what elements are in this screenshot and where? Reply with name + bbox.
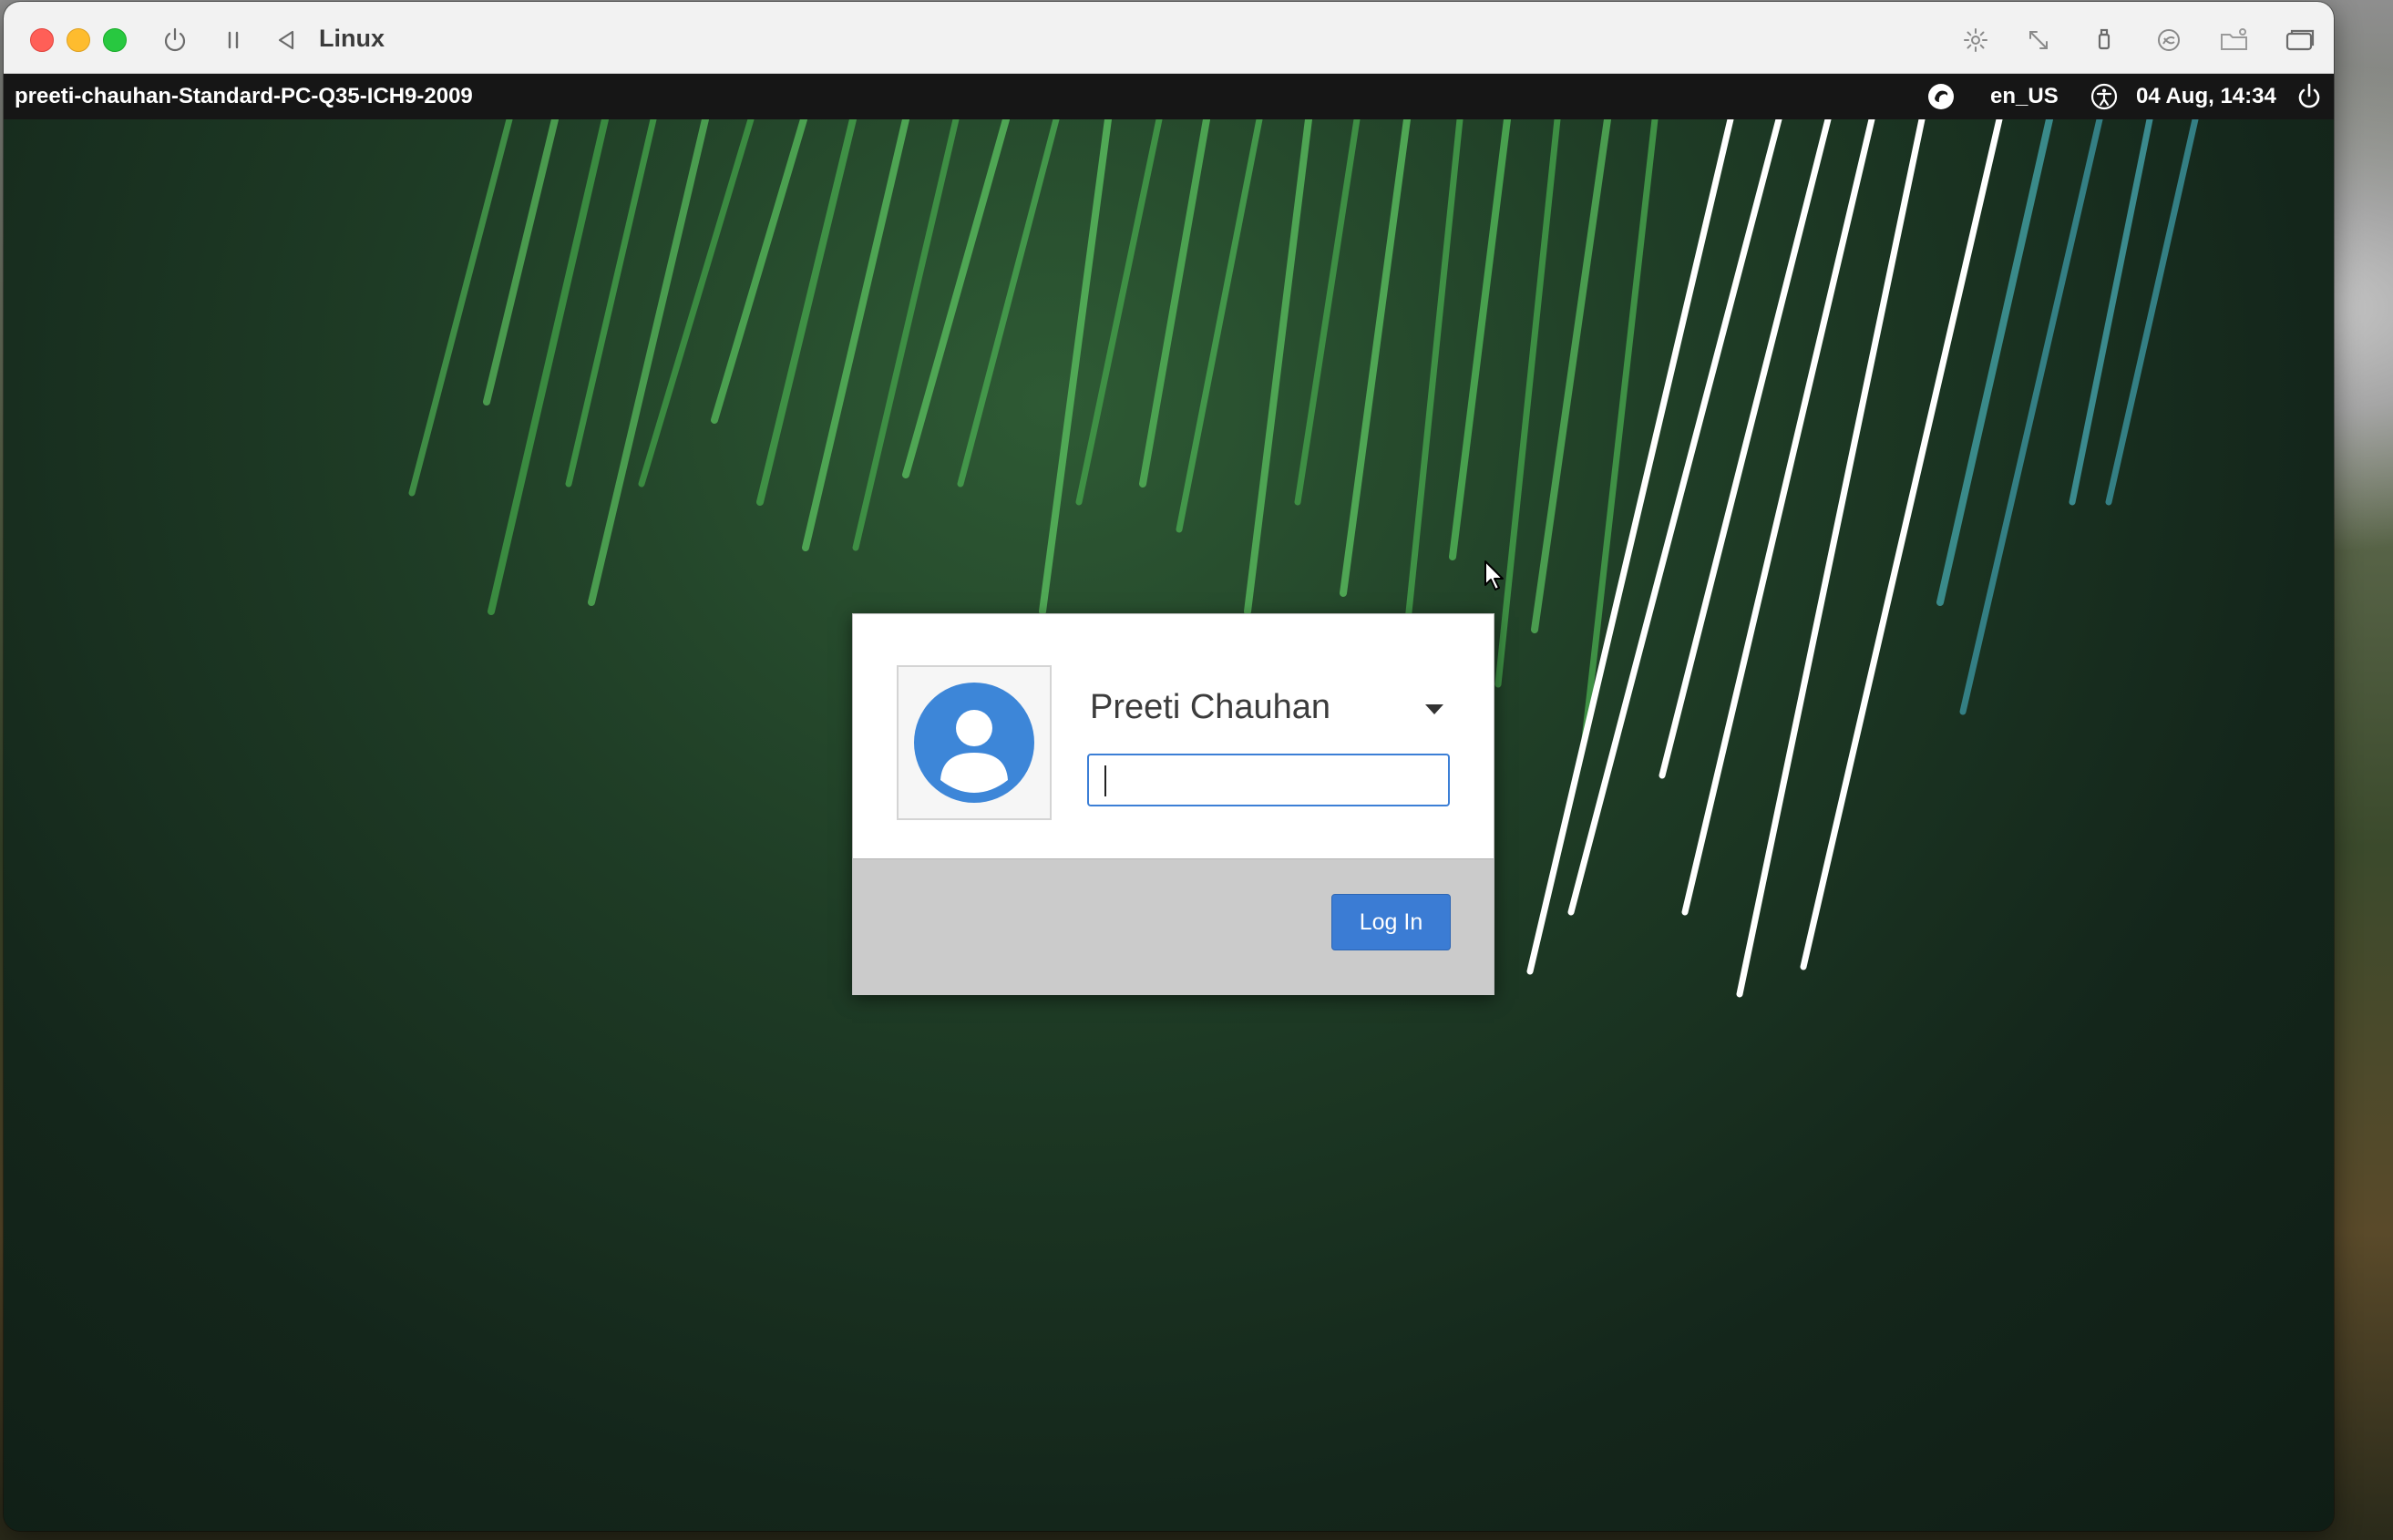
login-dialog: Preeti Chauhan Log In bbox=[852, 613, 1494, 995]
session-icon[interactable] bbox=[1926, 82, 1956, 111]
user-select-dropdown[interactable] bbox=[1418, 693, 1451, 725]
user-avatar-icon bbox=[914, 683, 1034, 803]
vm-titlebar: Linux bbox=[4, 2, 2334, 74]
text-caret bbox=[1104, 765, 1106, 796]
close-window-button[interactable] bbox=[30, 28, 54, 52]
dialog-footer: Log In bbox=[853, 858, 1494, 995]
username-label: Preeti Chauhan bbox=[1090, 688, 1331, 726]
top-panel: preeti-chauhan-Standard-PC-Q35-ICH9-2009… bbox=[4, 74, 2334, 119]
clock[interactable]: 04 Aug, 14:34 bbox=[2136, 83, 2276, 110]
mouse-cursor bbox=[1484, 560, 1505, 592]
network-icon[interactable] bbox=[2152, 24, 2185, 56]
password-input[interactable] bbox=[1087, 754, 1450, 806]
chevron-down-icon bbox=[1425, 704, 1443, 714]
power-menu-icon[interactable] bbox=[2295, 82, 2323, 111]
usb-icon[interactable] bbox=[2088, 24, 2121, 56]
keyboard-layout-indicator[interactable]: en_US bbox=[1990, 83, 2059, 110]
window-switch-icon[interactable] bbox=[2284, 24, 2316, 56]
hostname-label: preeti-chauhan-Standard-PC-Q35-ICH9-2009 bbox=[15, 84, 473, 108]
pause-icon[interactable] bbox=[217, 24, 250, 56]
minimize-window-button[interactable] bbox=[67, 28, 90, 52]
vm-window: Linux preeti-chauhan-Standard-PC-Q35-ICH… bbox=[4, 2, 2334, 1531]
zoom-window-button[interactable] bbox=[103, 28, 127, 52]
brightness-icon[interactable] bbox=[1959, 24, 1992, 56]
login-button[interactable]: Log In bbox=[1331, 894, 1451, 950]
accessibility-icon[interactable] bbox=[2090, 82, 2119, 111]
vm-title: Linux bbox=[319, 25, 385, 52]
shared-folder-icon[interactable] bbox=[2218, 24, 2251, 56]
power-icon[interactable] bbox=[159, 24, 191, 56]
back-icon[interactable] bbox=[270, 24, 303, 56]
resize-icon[interactable] bbox=[2022, 24, 2055, 56]
avatar bbox=[897, 665, 1052, 820]
